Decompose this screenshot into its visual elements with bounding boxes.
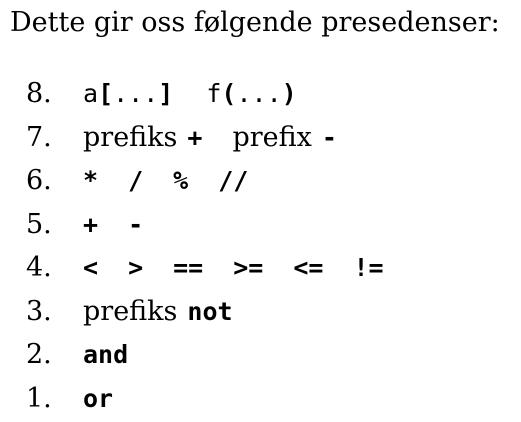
operator-token: % (173, 166, 189, 195)
operator-token: [ (98, 79, 114, 108)
row-content: prefiks + prefix - (83, 116, 337, 159)
row-text: prefiks (83, 121, 178, 153)
row-number: 5. (26, 208, 52, 240)
precedence-row-1: 1. or (0, 377, 521, 421)
row-number: 2. (26, 339, 52, 370)
operator-token: + (83, 209, 99, 239)
operator-token: - (128, 209, 144, 239)
row-content: a[...] f(...) (83, 72, 297, 115)
operator-token: * (83, 166, 99, 195)
operator-token: - (321, 122, 337, 152)
operator-token: != (353, 253, 384, 282)
row-content: * /% // (83, 159, 248, 202)
row-number: 4. (26, 252, 52, 283)
operator-token: ... (236, 79, 282, 108)
operator-token: > (128, 253, 144, 282)
row-number: 6. (26, 165, 52, 196)
precedence-list: 8. a[...] f(...) 7. prefiks + prefix - 6. * /… (0, 72, 521, 420)
operator-token: ... (113, 79, 159, 108)
intro-text: Dette gir oss følgende presedenser: (10, 7, 500, 38)
precedence-row-8: 8. a[...] f(...) (0, 72, 521, 116)
row-content: + - (83, 203, 143, 246)
operator-token: f (206, 79, 222, 108)
precedence-row-4: 4. < > == >= <= != (0, 246, 521, 290)
precedence-row-6: 6. * /% // (0, 159, 521, 203)
operator-token: or (83, 383, 114, 413)
operator-token: ] (158, 79, 174, 108)
row-number: 7. (26, 121, 52, 153)
row-content: prefiks not (83, 290, 233, 333)
operator-token: // (218, 166, 249, 195)
row-content: and (83, 333, 128, 376)
operator-token: == (173, 253, 204, 282)
row-number: 1. (26, 382, 52, 414)
row-number: 8. (26, 78, 52, 109)
row-text: prefix (232, 121, 312, 153)
row-number: 3. (26, 295, 52, 327)
precedence-row-2: 2. and (0, 333, 521, 377)
precedence-row-5: 5. + - (0, 203, 521, 247)
operator-token: < (83, 253, 99, 282)
operator-token: >= (233, 253, 264, 282)
operator-token: <= (293, 253, 324, 282)
operator-token: ) (281, 79, 297, 108)
row-content: < > == >= <= != (83, 246, 384, 289)
operator-token: / (128, 166, 144, 195)
precedence-row-3: 3. prefiks not (0, 290, 521, 334)
row-content: or (83, 377, 113, 420)
operator-token: a (83, 79, 99, 108)
operator-token: not (187, 296, 233, 326)
operator-token: ( (221, 79, 237, 108)
operator-token: + (187, 122, 203, 152)
row-text: prefiks (83, 295, 178, 327)
operator-token: and (83, 340, 129, 369)
precedence-row-7: 7. prefiks + prefix - (0, 116, 521, 160)
